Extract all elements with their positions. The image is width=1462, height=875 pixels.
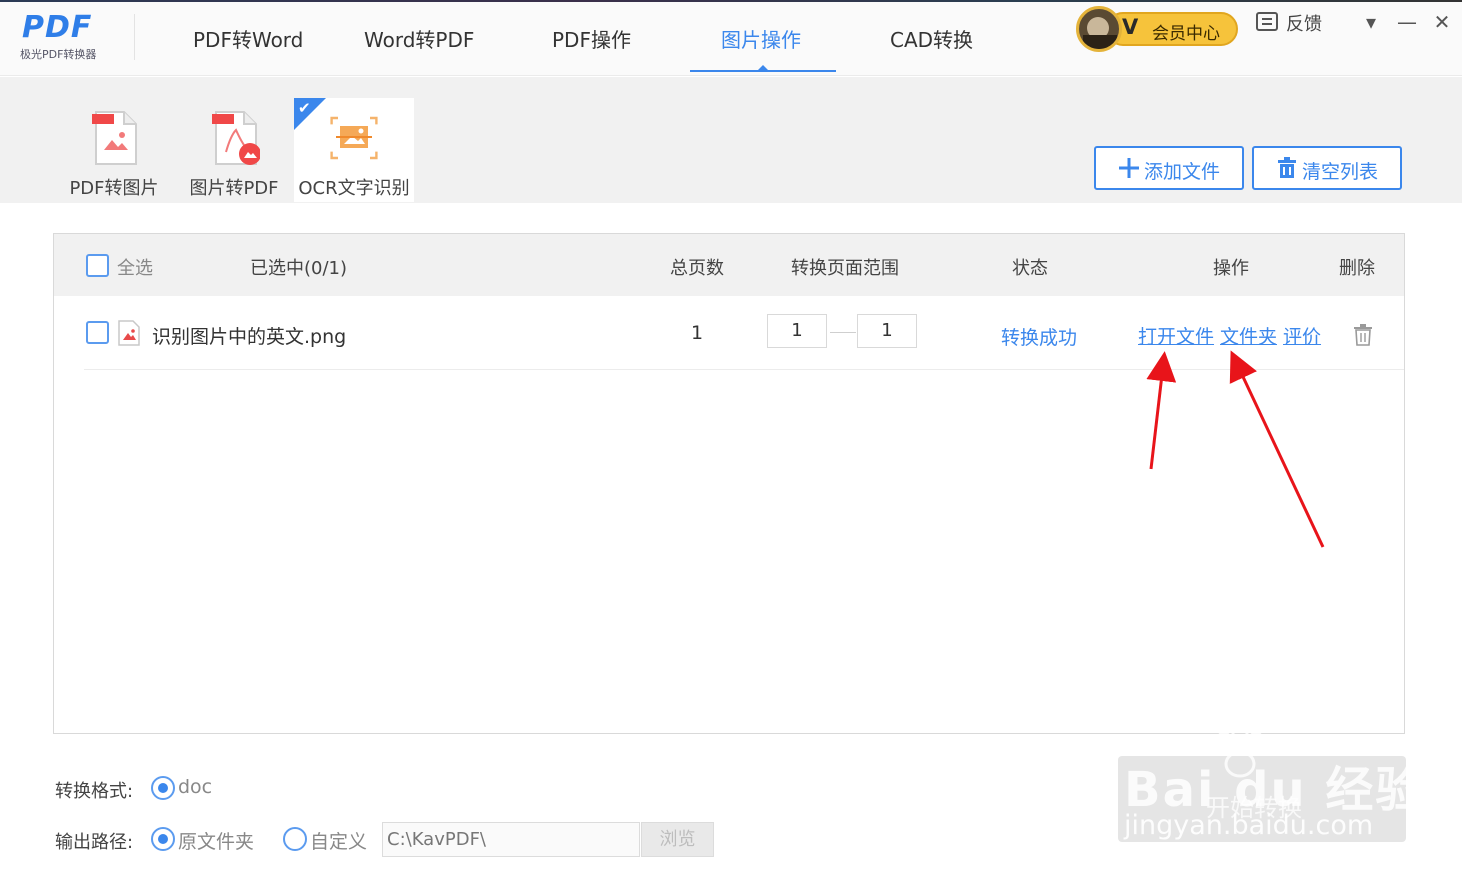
delete-row-icon[interactable] (1353, 324, 1373, 346)
header-pages: 总页数 (670, 258, 724, 279)
output-original-radio[interactable] (151, 827, 175, 851)
format-doc-label: doc (178, 776, 213, 798)
feedback-icon (1256, 12, 1278, 31)
status-text: 转换成功 (1001, 327, 1078, 349)
pdf-file-icon (212, 111, 260, 165)
trash-icon (1278, 157, 1296, 178)
jpg-file-icon (92, 111, 137, 165)
plus-icon (1119, 158, 1139, 178)
select-all-label: 全选 (117, 258, 153, 279)
output-path-field[interactable]: C:\KavPDF\ (382, 822, 640, 857)
range-separator (830, 332, 856, 333)
active-tab-caret (757, 65, 769, 71)
menu-dropdown-icon[interactable]: ▾ (1359, 10, 1383, 34)
range-to-input[interactable]: 1 (857, 314, 917, 348)
vip-label: 会员中心 (1152, 24, 1220, 44)
tab-pdf-to-word[interactable]: PDF转Word (193, 24, 303, 53)
header-delete: 删除 (1339, 258, 1375, 279)
check-icon: ✔ (298, 99, 311, 117)
browse-button[interactable]: 浏览 (641, 822, 714, 857)
vip-center-button[interactable]: V 会员中心 (1076, 6, 1240, 52)
baidu-watermark: Bai du 经验 开始转换 jingyan.baidu.com (1118, 722, 1423, 842)
tab-cad-convert[interactable]: CAD转换 (890, 24, 973, 53)
format-label: 转换格式: (55, 781, 134, 802)
header-range: 转换页面范围 (791, 258, 899, 279)
output-label: 输出路径: (55, 832, 134, 853)
tool-label: OCR文字识别 (298, 178, 410, 199)
tool-ocr[interactable]: ✔ OCR文字识别 (294, 98, 414, 202)
title-bar: PDF 极光PDF转换器 PDF转Word Word转PDF PDF操作 图片操… (0, 0, 1462, 76)
open-file-link[interactable]: 打开文件 (1138, 322, 1214, 349)
selected-count: 已选中(0/1) (250, 258, 348, 279)
tab-image-operations[interactable]: 图片操作 (721, 24, 801, 53)
tab-pdf-operations[interactable]: PDF操作 (552, 24, 631, 53)
table-row: 识别图片中的英文.png 1 1 1 转换成功 打开文件 文件夹 评价 (54, 296, 1404, 370)
tool-label: PDF转图片 (69, 178, 159, 199)
open-folder-link[interactable]: 文件夹 (1220, 322, 1277, 349)
output-custom-radio[interactable] (283, 827, 307, 851)
format-doc-radio[interactable] (151, 776, 175, 800)
feedback-label: 反馈 (1286, 14, 1322, 35)
close-icon[interactable]: ✕ (1430, 10, 1454, 34)
range-from-input[interactable]: 1 (767, 314, 827, 348)
file-list-panel: 全选 已选中(0/1) 总页数 转换页面范围 状态 操作 删除 识别图片中的英文… (53, 233, 1405, 734)
top-strip (0, 0, 1462, 2)
output-custom-label: 自定义 (310, 831, 368, 853)
minimize-icon[interactable]: — (1395, 10, 1419, 34)
add-file-label: 添加文件 (1144, 161, 1221, 183)
app-logo: PDF 极光PDF转换器 (18, 10, 118, 65)
clear-list-label: 清空列表 (1302, 161, 1379, 183)
tool-label: 图片转PDF (189, 178, 279, 199)
page-count: 1 (691, 322, 704, 344)
row-checkbox[interactable] (86, 321, 109, 344)
divider (134, 14, 135, 60)
table-header: 全选 已选中(0/1) 总页数 转换页面范围 状态 操作 删除 (54, 234, 1404, 296)
file-name: 识别图片中的英文.png (152, 326, 347, 348)
header-operation: 操作 (1213, 258, 1249, 279)
vip-v-icon: V (1122, 15, 1139, 39)
watermark-url: jingyan.baidu.com (1124, 810, 1374, 841)
select-all-checkbox[interactable] (86, 254, 109, 277)
logo-mark: PDF (22, 10, 93, 45)
row-divider (84, 369, 1404, 370)
tool-image-to-pdf[interactable]: 图片转PDF (174, 98, 294, 202)
clear-list-button[interactable]: 清空列表 (1252, 146, 1402, 190)
logo-subtitle: 极光PDF转换器 (20, 48, 97, 61)
png-file-icon (118, 320, 140, 346)
ocr-scan-icon (330, 116, 378, 160)
tab-word-to-pdf[interactable]: Word转PDF (364, 24, 474, 53)
header-status: 状态 (1012, 258, 1048, 279)
avatar (1076, 6, 1122, 52)
add-file-button[interactable]: 添加文件 (1094, 146, 1244, 190)
output-original-label: 原文件夹 (178, 831, 255, 853)
tool-pdf-to-image[interactable]: PDF转图片 (54, 98, 174, 202)
rate-link[interactable]: 评价 (1283, 322, 1321, 349)
